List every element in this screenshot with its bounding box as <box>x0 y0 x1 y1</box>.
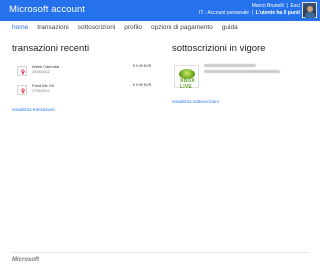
transaction-name: Feed Me Oil <box>32 83 54 88</box>
view-transactions-link[interactable]: visualizza transazioni <box>12 107 55 112</box>
app-tile-icon <box>17 85 27 95</box>
subscription-detail-line <box>204 64 256 67</box>
points-label[interactable]: L'utente ha 0 punti <box>256 10 300 16</box>
user-info: Marco Brunelli | Esci IT - Account perso… <box>198 3 300 16</box>
footer-divider <box>12 252 310 253</box>
sign-out-link[interactable]: Esci <box>291 3 300 9</box>
user-name[interactable]: Marco Brunelli <box>252 3 284 9</box>
subscriptions-title: sottoscrizioni in vigore <box>172 43 266 54</box>
transaction-price: € 0,99 EUR <box>133 83 152 87</box>
nav-item-sottoscrizioni[interactable]: sottoscrizioni <box>78 24 116 31</box>
transaction-price: € 0,99 EUR <box>133 64 152 68</box>
transaction-name: Week Calendar <box>32 64 60 69</box>
avatar[interactable] <box>302 2 317 18</box>
view-subscriptions-link[interactable]: visualizza sottoscrizioni <box>172 99 219 104</box>
nav-item-transazioni[interactable]: transazioni <box>37 24 68 31</box>
transaction-date: 29/05/2012 <box>32 70 50 74</box>
top-bar: Microsoft account Marco Brunelli | Esci … <box>0 0 320 21</box>
xbox-live-label: XBOX LIVE <box>180 78 195 90</box>
nav-item-guida[interactable]: guida <box>222 24 238 31</box>
footer-logo: Microsoft <box>12 257 39 263</box>
nav-item-opzioni-pagamento[interactable]: opzioni di pagamento <box>151 24 213 31</box>
brand-title[interactable]: Microsoft account <box>9 4 85 15</box>
app-tile-icon <box>17 66 27 76</box>
xbox-live-tile[interactable]: XBOX LIVE <box>174 65 199 90</box>
nav-item-home[interactable]: home <box>12 24 28 31</box>
transaction-row[interactable]: Feed Me Oil 27/05/2012 € 0,99 EUR <box>17 83 157 103</box>
subscription-detail-line <box>204 70 280 73</box>
nav-item-profilo[interactable]: profilo <box>124 24 142 31</box>
main-nav: home transazioni sottoscrizioni profilo … <box>12 24 238 31</box>
transaction-row[interactable]: Week Calendar 29/05/2012 € 0,99 EUR <box>17 64 157 84</box>
locale-label[interactable]: IT - Account personale <box>199 10 249 16</box>
transaction-date: 27/05/2012 <box>32 89 50 93</box>
transactions-title: transazioni recenti <box>12 43 90 54</box>
